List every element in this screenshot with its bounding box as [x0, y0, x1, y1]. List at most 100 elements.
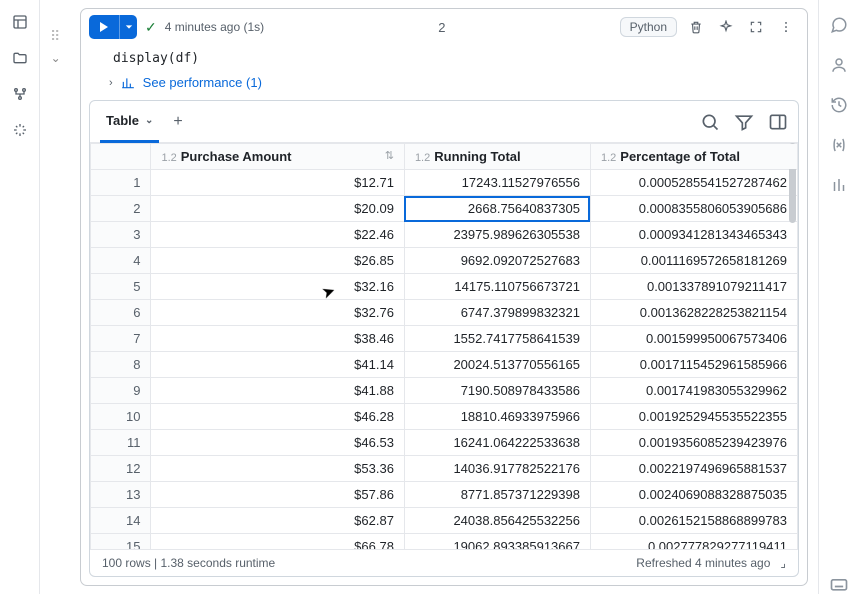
row-number[interactable]: 7 [91, 326, 151, 352]
cell-purchase-amount[interactable]: $57.86 [151, 482, 404, 508]
cell-running-total[interactable]: 20024.513770556165 [404, 352, 590, 378]
delete-cell-button[interactable] [685, 16, 707, 38]
drag-handle-icon[interactable]: ⠿ [50, 28, 61, 45]
col-header-percentage[interactable]: 1.2Percentage of Total [590, 144, 797, 170]
row-number[interactable]: 5 [91, 274, 151, 300]
row-number[interactable]: 1 [91, 170, 151, 196]
user-icon[interactable] [830, 56, 848, 74]
row-number[interactable]: 4 [91, 248, 151, 274]
table-row[interactable]: 8$41.1420024.5137705561650.0017115452961… [91, 352, 798, 378]
row-number[interactable]: 6 [91, 300, 151, 326]
cell-purchase-amount[interactable]: $41.14 [151, 352, 404, 378]
table-row[interactable]: 1$12.7117243.115279765560.00052855415272… [91, 170, 798, 196]
cell-running-total[interactable]: 9692.092072527683 [404, 248, 590, 274]
cell-percentage[interactable]: 0.001599950067573406 [590, 326, 797, 352]
sparkle-icon[interactable] [12, 122, 28, 138]
add-tab-button[interactable]: + [173, 113, 182, 131]
see-performance-link[interactable]: See performance (1) [143, 75, 262, 90]
cell-percentage[interactable]: 0.0019252945535522355 [590, 404, 797, 430]
cell-percentage[interactable]: 0.0005285541527287462 [590, 170, 797, 196]
cell-percentage[interactable]: 0.0022197496965881537 [590, 456, 797, 482]
row-number[interactable]: 12 [91, 456, 151, 482]
row-number[interactable]: 14 [91, 508, 151, 534]
cell-purchase-amount[interactable]: $26.85 [151, 248, 404, 274]
data-grid[interactable]: 1.2Purchase Amount ⇅ 1.2Running Total 1.… [90, 143, 798, 549]
cell-running-total[interactable]: 16241.064222533638 [404, 430, 590, 456]
cell-percentage[interactable]: 0.0026152158868899783 [590, 508, 797, 534]
table-row[interactable]: 14$62.8724038.8564255322560.002615215886… [91, 508, 798, 534]
table-row[interactable]: 13$57.868771.8573712293980.0024069088328… [91, 482, 798, 508]
cell-running-total[interactable]: 18810.46933975966 [404, 404, 590, 430]
comment-icon[interactable] [830, 16, 848, 34]
cell-running-total[interactable]: 17243.11527976556 [404, 170, 590, 196]
cell-percentage[interactable]: 0.0008355806053905686 [590, 196, 797, 222]
row-number[interactable]: 13 [91, 482, 151, 508]
sort-icon[interactable]: ⇅ [385, 149, 394, 162]
cell-percentage[interactable]: 0.001741983055329962 [590, 378, 797, 404]
cell-running-total[interactable]: 14036.917782522176 [404, 456, 590, 482]
panel-toggle-icon[interactable] [768, 112, 788, 132]
table-row[interactable]: 7$38.461552.74177586415390.0015999500675… [91, 326, 798, 352]
row-number[interactable]: 10 [91, 404, 151, 430]
cell-purchase-amount[interactable]: $20.09 [151, 196, 404, 222]
table-row[interactable]: 11$46.5316241.0642225336380.001935608523… [91, 430, 798, 456]
col-header-purchase-amount[interactable]: 1.2Purchase Amount ⇅ [151, 144, 404, 170]
table-row[interactable]: 6$32.766747.3798998323210.00136282282538… [91, 300, 798, 326]
tab-table[interactable]: Table ⌄ [100, 101, 159, 143]
table-row[interactable]: 12$53.3614036.9177825221760.002219749696… [91, 456, 798, 482]
cell-percentage[interactable]: 0.0011169572658181269 [590, 248, 797, 274]
cell-purchase-amount[interactable]: $32.16 [151, 274, 404, 300]
cell-percentage[interactable]: 0.001337891079211417 [590, 274, 797, 300]
cell-purchase-amount[interactable]: $22.46 [151, 222, 404, 248]
table-row[interactable]: 10$46.2818810.469339759660.0019252945535… [91, 404, 798, 430]
table-row[interactable]: 3$22.4623975.9896263055380.0009341281343… [91, 222, 798, 248]
cell-purchase-amount[interactable]: $38.46 [151, 326, 404, 352]
cell-purchase-amount[interactable]: $32.76 [151, 300, 404, 326]
kebab-menu-icon[interactable] [775, 16, 797, 38]
rownum-header[interactable] [91, 144, 151, 170]
cell-purchase-amount[interactable]: $46.28 [151, 404, 404, 430]
cell-running-total[interactable]: 7190.508978433586 [404, 378, 590, 404]
search-icon[interactable] [700, 112, 720, 132]
collapse-chevron-icon[interactable]: ⌄ [51, 51, 61, 65]
cell-percentage[interactable]: 0.0019356085239423976 [590, 430, 797, 456]
run-dropdown[interactable] [119, 15, 137, 39]
row-number[interactable]: 3 [91, 222, 151, 248]
bars-icon[interactable] [830, 176, 848, 194]
fullscreen-icon[interactable] [745, 16, 767, 38]
chevron-down-icon[interactable]: ⌄ [145, 115, 153, 126]
sparkle-action-icon[interactable] [715, 16, 737, 38]
cell-purchase-amount[interactable]: $66.78 [151, 534, 404, 550]
cell-percentage[interactable]: 0.0013628228253821154 [590, 300, 797, 326]
cell-running-total[interactable]: 1552.7417758641539 [404, 326, 590, 352]
language-selector[interactable]: Python [620, 17, 677, 37]
cell-purchase-amount[interactable]: $41.88 [151, 378, 404, 404]
row-number[interactable]: 15 [91, 534, 151, 550]
row-number[interactable]: 9 [91, 378, 151, 404]
cell-purchase-amount[interactable]: $12.71 [151, 170, 404, 196]
chevron-right-icon[interactable]: › [109, 77, 113, 89]
table-row[interactable]: 15$66.7819062.8933859136670.002777829277… [91, 534, 798, 550]
col-header-running-total[interactable]: 1.2Running Total [404, 144, 590, 170]
cell-percentage[interactable]: 0.0009341281343465343 [590, 222, 797, 248]
toc-icon[interactable] [12, 14, 28, 30]
schema-icon[interactable] [12, 86, 28, 102]
cell-running-total[interactable]: 8771.857371229398 [404, 482, 590, 508]
cell-purchase-amount[interactable]: $62.87 [151, 508, 404, 534]
play-icon[interactable] [89, 15, 119, 39]
cell-purchase-amount[interactable]: $53.36 [151, 456, 404, 482]
row-number[interactable]: 11 [91, 430, 151, 456]
table-row[interactable]: 9$41.887190.5089784335860.00174198305532… [91, 378, 798, 404]
cell-running-total[interactable]: 24038.856425532256 [404, 508, 590, 534]
folder-icon[interactable] [12, 50, 28, 66]
row-number[interactable]: 8 [91, 352, 151, 378]
collapse-output-icon[interactable]: ⌟ [780, 556, 786, 570]
cell-percentage[interactable]: 0.0024069088328875035 [590, 482, 797, 508]
row-number[interactable]: 2 [91, 196, 151, 222]
keyboard-shortcut-icon[interactable] [829, 574, 849, 594]
variables-icon[interactable] [830, 136, 848, 154]
cell-running-total[interactable]: 19062.893385913667 [404, 534, 590, 550]
cell-running-total[interactable]: 14175.110756673721 [404, 274, 590, 300]
cell-running-total[interactable]: 2668.75640837305 [404, 196, 590, 222]
cell-purchase-amount[interactable]: $46.53 [151, 430, 404, 456]
